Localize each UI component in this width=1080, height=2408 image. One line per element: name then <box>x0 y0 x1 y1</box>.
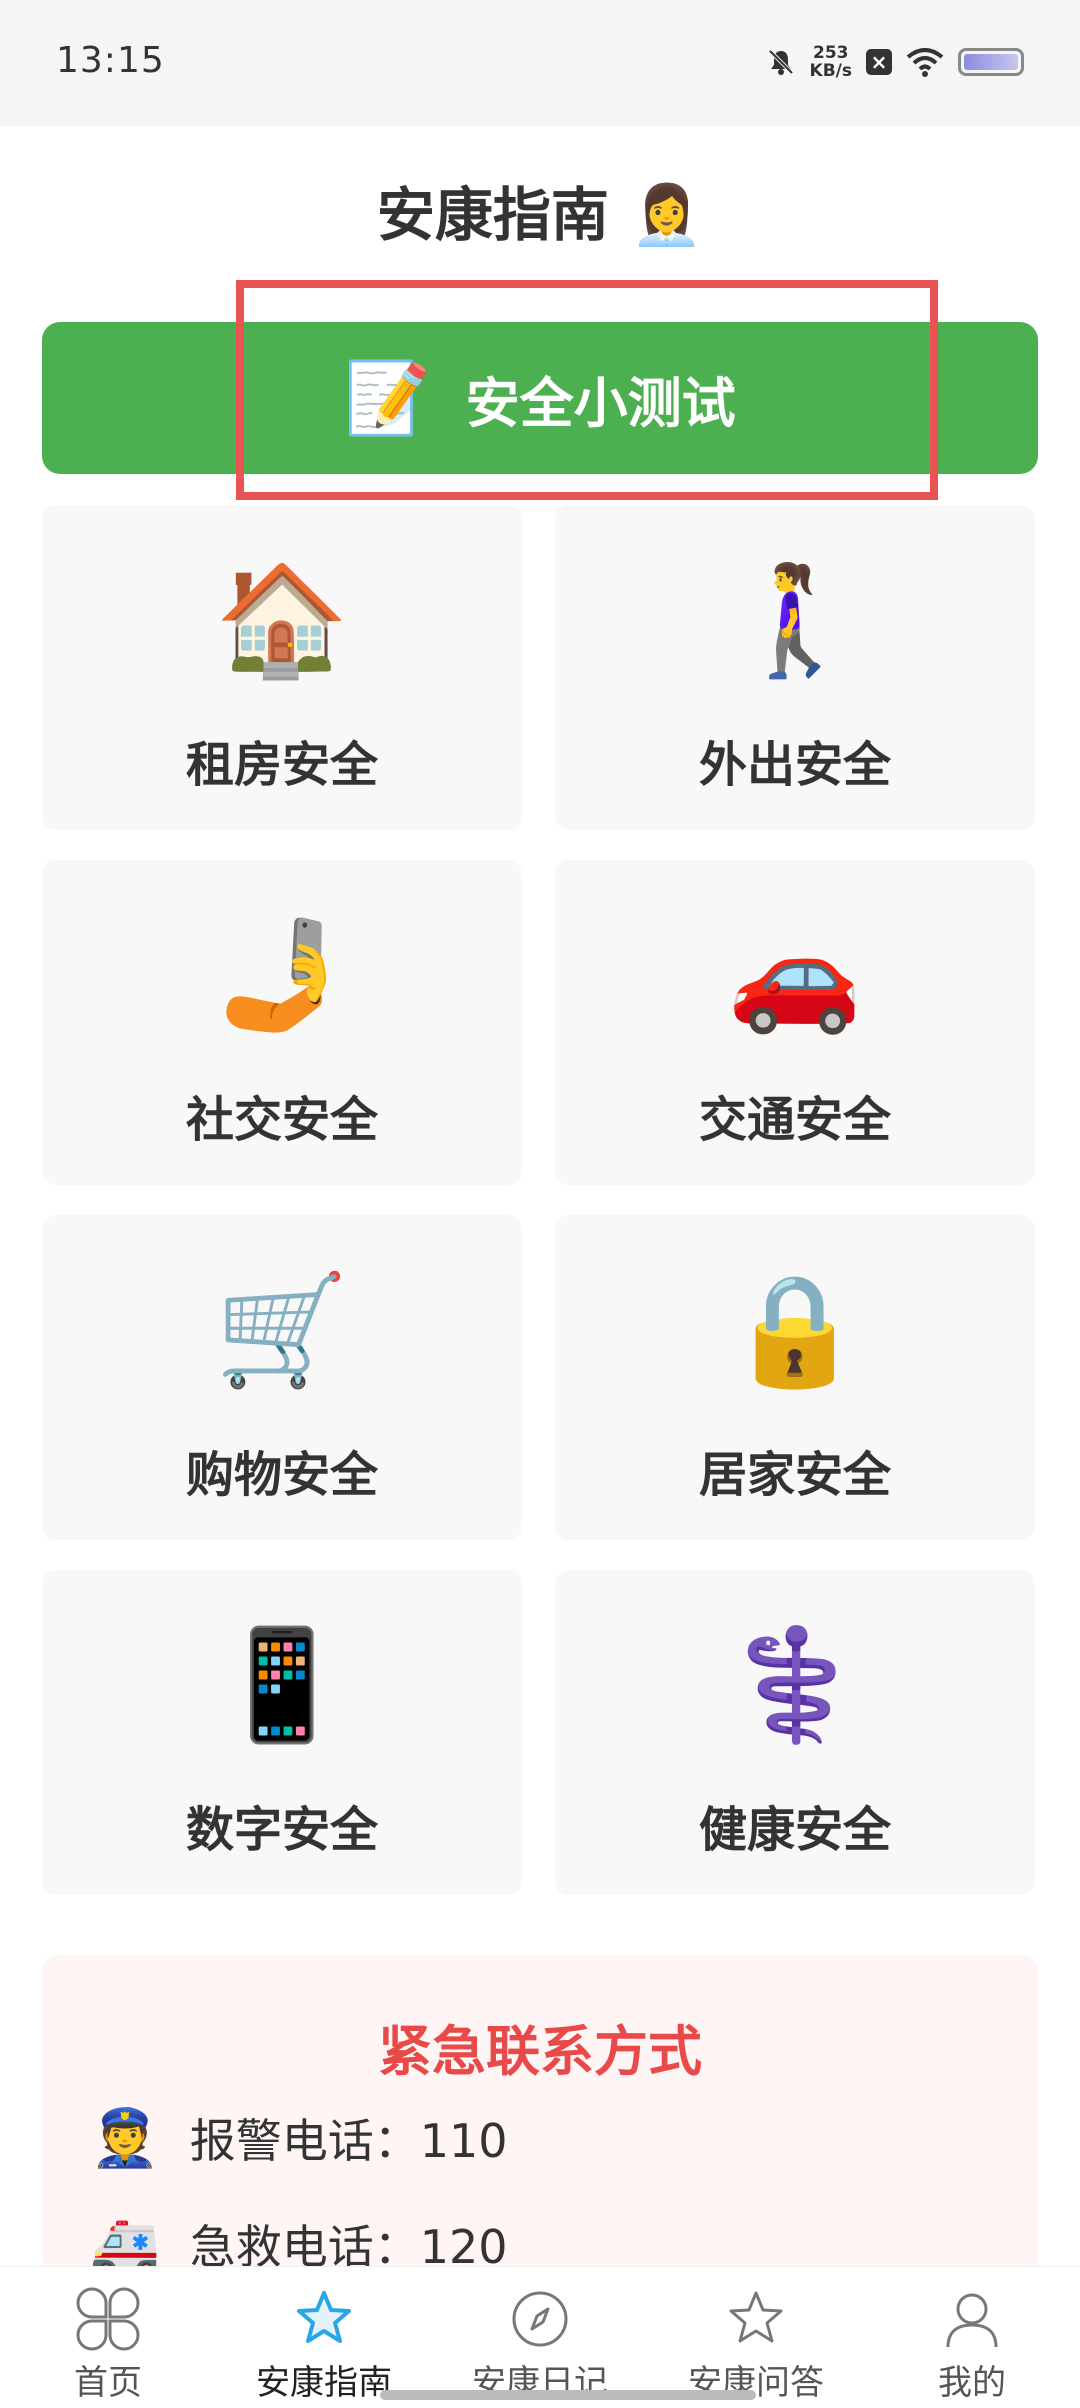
nav-label: 我的 <box>938 2363 1006 2403</box>
walking-woman-icon: 🚶‍♀️ <box>727 558 863 683</box>
wifi-icon <box>906 48 944 77</box>
nav-item-diary[interactable]: 安康日记 <box>432 2267 648 2408</box>
nav-item-home[interactable]: 首页 <box>0 2267 216 2408</box>
net-speed: 253 KB/s <box>810 44 852 80</box>
category-label: 交通安全 <box>698 1092 891 1148</box>
nav-item-qa[interactable]: 安康问答 <box>648 2267 864 2408</box>
selfie-icon: 🤳 <box>214 913 350 1038</box>
page-title-text: 安康指南 <box>376 181 609 249</box>
net-speed-value: 253 <box>813 43 849 63</box>
category-card-home-safety[interactable]: 🔒 居家安全 <box>555 1215 1035 1540</box>
page-title: 安康指南 👩‍💼 <box>0 168 1080 252</box>
category-label: 健康安全 <box>698 1802 891 1858</box>
nav-item-me[interactable]: 我的 <box>864 2267 1080 2408</box>
category-label: 外出安全 <box>698 737 891 793</box>
lock-icon: 🔒 <box>727 1268 863 1393</box>
office-worker-icon: 👩‍💼 <box>630 181 704 249</box>
star-icon <box>297 2291 351 2343</box>
category-card-outing-safety[interactable]: 🚶‍♀️ 外出安全 <box>555 505 1035 830</box>
car-icon: 🚗 <box>727 913 863 1038</box>
category-card-digital-safety[interactable]: 📱 数字安全 <box>42 1570 522 1895</box>
category-card-traffic-safety[interactable]: 🚗 交通安全 <box>555 860 1035 1185</box>
safety-quiz-button[interactable]: 📝 安全小测试 <box>42 322 1038 474</box>
category-card-social-safety[interactable]: 🤳 社交安全 <box>42 860 522 1185</box>
medical-symbol-icon: ⚕️ <box>727 1623 863 1748</box>
box-x-icon: × <box>866 49 892 75</box>
category-label: 租房安全 <box>185 737 378 793</box>
category-label: 数字安全 <box>185 1802 378 1858</box>
memo-icon: 📝 <box>344 357 432 439</box>
battery-icon <box>958 48 1024 76</box>
category-card-shopping-safety[interactable]: 🛒 购物安全 <box>42 1215 522 1540</box>
home-indicator[interactable] <box>380 2390 756 2400</box>
category-card-health-safety[interactable]: ⚕️ 健康安全 <box>555 1570 1035 1895</box>
category-label: 社交安全 <box>185 1092 378 1148</box>
compass-icon <box>512 2291 568 2347</box>
star-outline-icon <box>729 2291 783 2343</box>
category-card-rental-safety[interactable]: 🏠 租房安全 <box>42 505 522 830</box>
mobile-phone-icon: 📱 <box>214 1623 350 1748</box>
contact-row-police[interactable]: 👮 报警电话：110 <box>90 2105 508 2171</box>
net-speed-unit: KB/s <box>809 61 852 81</box>
category-label: 购物安全 <box>185 1447 378 1503</box>
nav-label: 安康指南 <box>256 2363 392 2403</box>
contact-text: 报警电话：110 <box>189 2114 508 2168</box>
category-label: 居家安全 <box>698 1447 891 1503</box>
bell-off-icon <box>768 49 793 75</box>
user-icon <box>946 2293 998 2348</box>
house-icon: 🏠 <box>214 558 350 683</box>
status-time: 13:15 <box>56 40 165 81</box>
app-screen: 13:15 253 KB/s × <box>0 0 1080 2408</box>
emergency-title: 紧急联系方式 <box>378 2020 702 2083</box>
bottom-nav: 首页 安康指南 安康日记 安康问答 我的 <box>0 2266 1080 2408</box>
safety-quiz-label: 安全小测试 <box>465 371 736 435</box>
shopping-cart-icon: 🛒 <box>214 1268 350 1393</box>
clover-grid-icon <box>76 2287 140 2351</box>
status-bar: 13:15 253 KB/s × <box>0 0 1080 126</box>
nav-label: 首页 <box>74 2363 142 2403</box>
nav-item-guide[interactable]: 安康指南 <box>216 2267 432 2408</box>
police-officer-icon: 👮 <box>90 2106 160 2171</box>
status-icons: 253 KB/s × <box>766 40 1024 84</box>
